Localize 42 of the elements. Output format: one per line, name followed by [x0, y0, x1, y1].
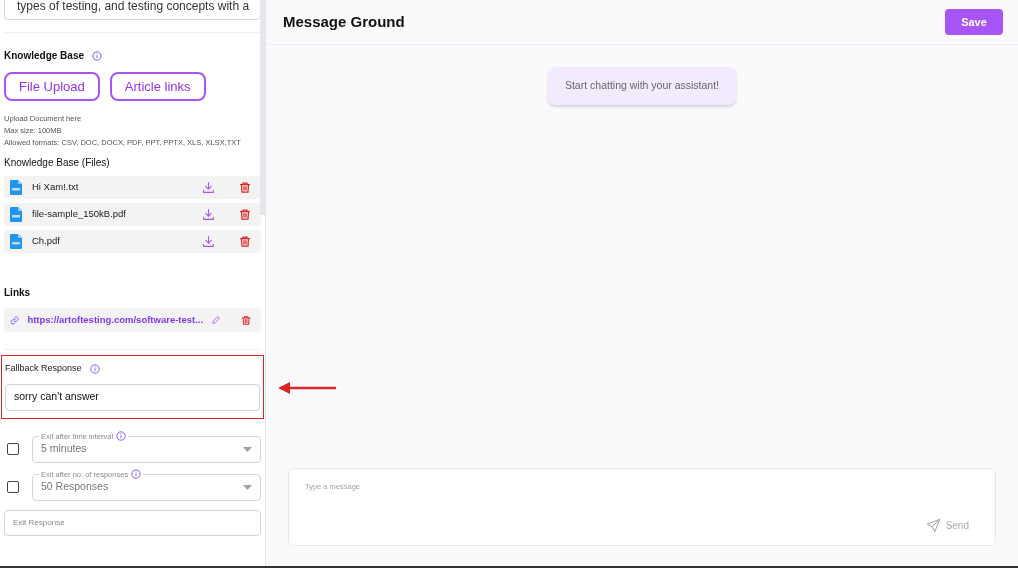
- checkbox[interactable]: [7, 443, 19, 455]
- delete-icon[interactable]: [239, 235, 251, 248]
- description-text: types of testing, and testing concepts with a: [17, 0, 250, 15]
- document-icon: [10, 234, 22, 249]
- download-icon[interactable]: [202, 181, 215, 194]
- dropdown-caret-icon: [243, 446, 252, 452]
- tab-button[interactable]: File Upload: [4, 72, 100, 101]
- document-icon: [10, 180, 22, 195]
- file-name: Ch.pdf: [32, 234, 61, 249]
- section-title: Knowledge Base: [4, 49, 85, 63]
- delete-icon[interactable]: [239, 181, 251, 194]
- link-icon: [10, 314, 20, 326]
- delete-icon[interactable]: [240, 313, 251, 327]
- page-title: Message Ground: [283, 11, 405, 32]
- exit-response-field[interactable]: Exit Response: [4, 509, 261, 536]
- save-button[interactable]: Save: [945, 9, 1003, 35]
- send-icon: [925, 518, 941, 533]
- scrollbar[interactable]: [260, 0, 265, 215]
- dropdown-caret-icon: [243, 484, 252, 490]
- link-url[interactable]: https://artoftesting.com/software-test...: [27, 312, 204, 328]
- select-value: 5 minutes: [41, 441, 88, 457]
- delete-icon[interactable]: [239, 208, 251, 221]
- file-name: file-sample_150kB.pdf: [32, 207, 127, 222]
- section-title: Knowledge Base (Files): [4, 156, 111, 170]
- section-title: Links: [4, 286, 32, 300]
- info-icon: [92, 50, 103, 61]
- download-icon[interactable]: [202, 235, 215, 248]
- info-icon: [89, 363, 100, 374]
- fallback-field[interactable]: sorry can't answer: [5, 383, 260, 411]
- select-value: 50 Responses: [41, 479, 110, 495]
- tab-button[interactable]: Article links: [109, 72, 206, 101]
- arrow-annotation: [278, 381, 338, 395]
- edit-icon[interactable]: [211, 314, 222, 326]
- file-name: Hi Xam!.txt: [32, 180, 80, 195]
- field-label: Fallback Response: [5, 362, 82, 375]
- info-icon: [131, 469, 142, 480]
- document-icon: [10, 207, 22, 222]
- info-icon: [116, 431, 127, 442]
- download-icon[interactable]: [202, 208, 215, 221]
- empty-chat-message: Start chatting with your assistant!: [547, 67, 737, 105]
- fallback-value: sorry can't answer: [14, 389, 99, 405]
- checkbox[interactable]: [7, 481, 19, 493]
